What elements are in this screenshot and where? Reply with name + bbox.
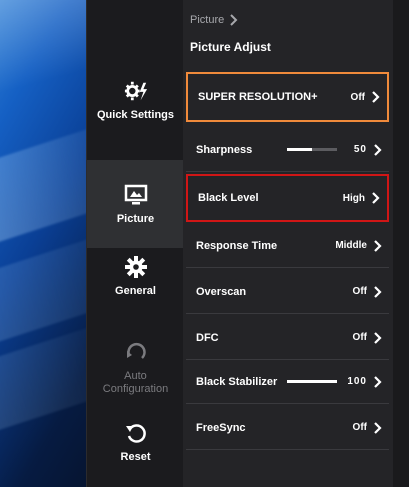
setting-value: 50 bbox=[353, 144, 367, 155]
setting-value: Off bbox=[352, 332, 367, 343]
setting-label: FreeSync bbox=[196, 421, 246, 434]
sidebar-item-quick-settings[interactable]: Quick Settings bbox=[87, 56, 184, 144]
quick-settings-icon bbox=[124, 79, 148, 103]
black-stabilizer-slider[interactable] bbox=[287, 380, 337, 383]
gear-icon bbox=[124, 255, 148, 279]
sidebar-item-label: Reset bbox=[120, 451, 151, 463]
picture-icon bbox=[124, 183, 148, 207]
auto-configuration-icon bbox=[124, 340, 148, 364]
breadcrumb[interactable]: Picture bbox=[190, 14, 238, 26]
setting-value: Off bbox=[350, 91, 365, 103]
chevron-right-icon bbox=[230, 14, 238, 26]
setting-label: Black Stabilizer bbox=[196, 375, 278, 388]
sidebar-item-label: Picture bbox=[116, 213, 155, 225]
osd-sidebar: Quick Settings Picture General Auto Conf… bbox=[86, 0, 184, 487]
setting-label: SUPER RESOLUTION+ bbox=[198, 91, 318, 103]
setting-row-dfc[interactable]: DFC Off bbox=[186, 316, 389, 360]
setting-value: Middle bbox=[335, 240, 367, 251]
setting-row-sharpness[interactable]: Sharpness 50 bbox=[186, 128, 389, 172]
chevron-right-icon bbox=[374, 285, 382, 298]
chevron-right-icon bbox=[372, 192, 380, 204]
breadcrumb-label: Picture bbox=[190, 14, 225, 26]
setting-label: Black Level bbox=[198, 192, 259, 204]
sidebar-item-label: Auto Configuration bbox=[102, 370, 169, 395]
setting-value: High bbox=[342, 192, 365, 204]
chevron-right-icon bbox=[374, 143, 382, 156]
setting-row-response-time[interactable]: Response Time Middle bbox=[186, 224, 389, 268]
osd-frame-edge bbox=[393, 0, 409, 487]
page-title: Picture Adjust bbox=[190, 40, 271, 54]
setting-value: 100 bbox=[347, 376, 367, 387]
slider-fill bbox=[287, 380, 337, 383]
setting-value: Off bbox=[352, 422, 367, 433]
chevron-right-icon bbox=[374, 331, 382, 344]
reset-icon bbox=[124, 421, 148, 445]
setting-row-overscan[interactable]: Overscan Off bbox=[186, 270, 389, 314]
chevron-right-icon bbox=[374, 239, 382, 252]
setting-label: Response Time bbox=[196, 239, 278, 252]
setting-label: Overscan bbox=[196, 285, 247, 298]
slider-fill bbox=[287, 148, 312, 151]
sidebar-item-label: General bbox=[115, 285, 156, 297]
setting-value: Off bbox=[352, 286, 367, 297]
sidebar-item-label: Quick Settings bbox=[96, 109, 175, 121]
chevron-right-icon bbox=[374, 375, 382, 388]
sidebar-item-reset[interactable]: Reset bbox=[87, 398, 184, 486]
setting-label: DFC bbox=[196, 331, 219, 344]
sharpness-slider[interactable] bbox=[287, 148, 337, 151]
setting-row-super-resolution[interactable]: SUPER RESOLUTION+ Off bbox=[186, 72, 389, 122]
setting-label: Sharpness bbox=[196, 143, 253, 156]
setting-row-freesync[interactable]: FreeSync Off bbox=[186, 406, 389, 450]
sidebar-item-general[interactable]: General bbox=[87, 232, 184, 320]
chevron-right-icon bbox=[374, 421, 382, 434]
setting-row-black-stabilizer[interactable]: Black Stabilizer 100 bbox=[186, 360, 389, 404]
chevron-right-icon bbox=[372, 91, 380, 103]
setting-row-black-level[interactable]: Black Level High bbox=[186, 174, 389, 222]
